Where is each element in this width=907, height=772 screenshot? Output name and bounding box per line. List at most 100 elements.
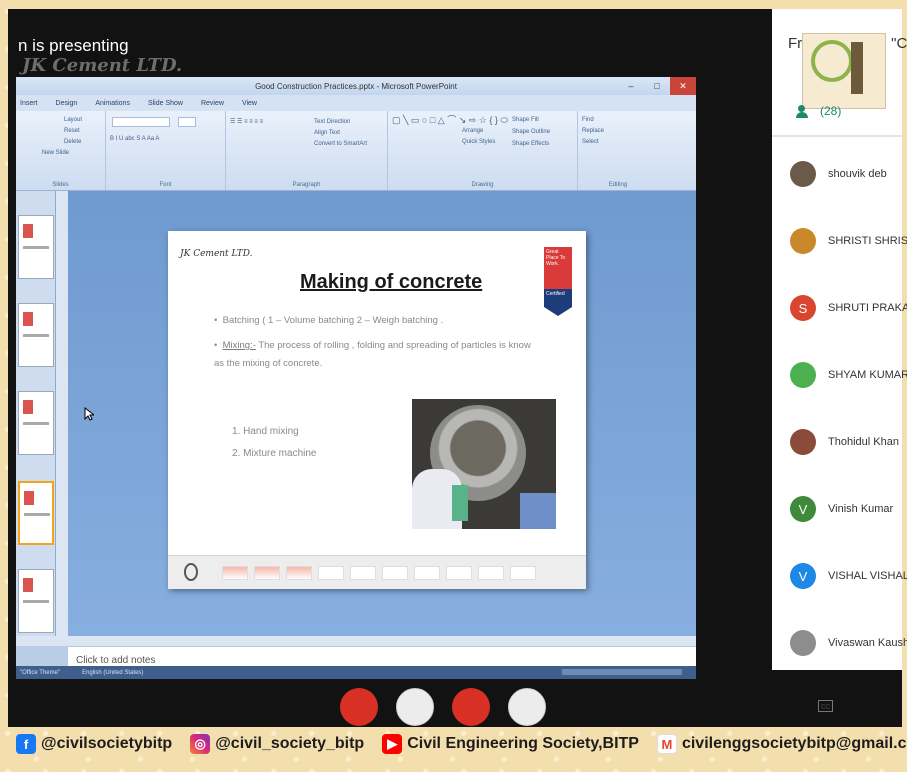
mouse-cursor-icon: [84, 407, 94, 421]
status-language[interactable]: English (United States): [82, 670, 143, 676]
hang-up-button[interactable]: [452, 688, 490, 726]
shape-fill-button[interactable]: Shape Fill: [512, 115, 539, 126]
avatar: [790, 630, 816, 656]
text-direction-button[interactable]: Text Direction: [314, 117, 383, 128]
slide-title: Making of concrete: [300, 271, 483, 293]
group-label-drawing: Drawing: [471, 182, 494, 188]
tab-design[interactable]: Design: [56, 100, 78, 107]
facebook-handle[interactable]: f @civilsocietybitp: [16, 734, 172, 754]
window-controls: – □ ✕: [618, 77, 696, 95]
people-icon: [796, 105, 814, 118]
select-button[interactable]: Select: [582, 137, 654, 148]
ribbon-group-paragraph: ☰ ☰ ≡ ≡ ≡ ≡ Text Direction Align Text Co…: [226, 111, 388, 190]
ribbon-group-drawing: ▢ ╲ ▭ ○ □ △ ⌒ ↘ ⇨ ☆ { } ⬭ Arrange Quick …: [388, 111, 578, 190]
participant-row[interactable]: Vivaswan Kaush: [772, 623, 907, 663]
tab-slide-show[interactable]: Slide Show: [148, 100, 183, 107]
gptw-badge: Great Place To Work. Certified: [544, 247, 572, 317]
ppt-title-bar: Good Construction Practices.pptx - Micro…: [16, 77, 696, 95]
zoom-slider[interactable]: [562, 669, 682, 675]
more-options-button[interactable]: [508, 688, 546, 726]
instagram-handle[interactable]: ◎ @civil_society_bitp: [190, 734, 364, 754]
slide-thumbnail[interactable]: [18, 391, 54, 455]
gptw-badge-bottom: Certified: [544, 289, 572, 307]
camera-button[interactable]: [396, 688, 434, 726]
find-button[interactable]: Find: [582, 115, 654, 126]
close-button[interactable]: ✕: [670, 77, 696, 95]
shapes-gallery[interactable]: ▢ ╲ ▭ ○ □ △ ⌒ ↘ ⇨ ☆ { } ⬭: [392, 115, 573, 126]
align-text-button[interactable]: Align Text: [314, 128, 383, 139]
slide-canvas: JK Cement LTD. Making of concrete Great …: [68, 191, 696, 636]
new-slide-button[interactable]: New Slide: [42, 148, 101, 159]
ribbon-tabs: Insert Design Animations Slide Show Revi…: [16, 95, 696, 111]
pane-splitter-horizontal[interactable]: [16, 636, 696, 646]
slide-thumbnail-selected[interactable]: [18, 481, 54, 545]
participant-row[interactable]: shouvik deb: [772, 154, 902, 194]
font-name-dropdown[interactable]: [112, 117, 170, 127]
shape-effects-button[interactable]: Shape Effects: [512, 139, 549, 150]
ppt-window-title: Good Construction Practices.pptx - Micro…: [255, 81, 457, 91]
participant-name: SHRUTI PRAKASH: [828, 302, 907, 314]
brand-watermark: JK Cement LTD.: [22, 55, 183, 76]
tab-insert[interactable]: Insert: [20, 100, 38, 107]
youtube-icon: ▶: [382, 734, 403, 754]
ribbon: Layout Reset Delete New Slide Slides B I…: [16, 111, 696, 191]
group-label-editing: Editing: [608, 182, 628, 188]
list-item: 1. Hand mixing: [232, 426, 299, 437]
participant-row[interactable]: SHYAM KUMAR: [772, 355, 907, 395]
shape-outline-button[interactable]: Shape Outline: [512, 127, 550, 138]
participant-name: SHRISTI SHRISTI: [828, 235, 907, 247]
reset-button[interactable]: Reset: [64, 126, 101, 137]
ribbon-group-slides: Layout Reset Delete New Slide Slides: [16, 111, 106, 190]
concrete-mixer-photo: [412, 399, 556, 529]
participant-row[interactable]: V VISHAL VISHAL: [772, 556, 907, 596]
tab-animations[interactable]: Animations: [95, 100, 130, 107]
replace-button[interactable]: Replace: [582, 126, 654, 137]
participant-name: VISHAL VISHAL: [828, 570, 907, 582]
avatar: [790, 429, 816, 455]
group-label-paragraph: Paragraph: [292, 182, 321, 188]
avatar: [790, 228, 816, 254]
facebook-icon: f: [16, 734, 36, 754]
font-size-dropdown[interactable]: [178, 117, 197, 127]
people-tab[interactable]: (28): [796, 104, 841, 118]
layout-button[interactable]: Layout: [64, 115, 101, 126]
slide-thumbnail[interactable]: [18, 215, 54, 279]
maximize-button[interactable]: □: [644, 77, 670, 95]
ppt-status-bar: "Office Theme" English (United States): [16, 666, 696, 679]
participant-count: (28): [820, 104, 842, 118]
instagram-icon: ◎: [190, 734, 211, 754]
shared-screen-powerpoint: Good Construction Practices.pptx - Micro…: [16, 77, 696, 679]
participant-name: Vivaswan Kaush: [828, 637, 907, 649]
participant-name: shouvik deb: [828, 168, 887, 180]
participant-name: SHYAM KUMAR: [828, 369, 907, 381]
ppt-workarea: JK Cement LTD. Making of concrete Great …: [16, 191, 696, 679]
group-label-font: Font: [159, 182, 172, 188]
mixing-label: Mixing:-: [222, 340, 256, 351]
avatar: S: [790, 295, 816, 321]
slide-thumbnail[interactable]: [18, 569, 54, 633]
youtube-channel[interactable]: ▶ Civil Engineering Society,BITP: [382, 734, 639, 754]
mixing-text: The process of rolling , folding and spr…: [214, 340, 531, 369]
minimize-button[interactable]: –: [618, 77, 644, 95]
list-item: 2. Mixture machine: [232, 448, 317, 459]
slide-thumbnails: [16, 191, 56, 636]
participant-row[interactable]: V Vinish Kumar: [772, 489, 902, 529]
font-format-buttons[interactable]: B I U abc S A Aa A: [110, 134, 221, 145]
participant-row[interactable]: SHRISTI SHRISTI: [772, 221, 907, 261]
participant-name: Thohidul Khan: [828, 436, 899, 448]
delete-button[interactable]: Delete: [64, 137, 101, 148]
slide-thumbnail[interactable]: [18, 303, 54, 367]
slide-bullet-batching: • Batching ( 1 – Volume batching 2 – Wei…: [214, 315, 444, 326]
avatar: V: [790, 496, 816, 522]
pane-splitter-vertical[interactable]: [56, 191, 68, 636]
participant-row[interactable]: S SHRUTI PRAKASH: [772, 288, 907, 328]
gmail-address[interactable]: M civilenggsocietybitp@gmail.com: [656, 734, 907, 754]
captions-button[interactable]: cc: [818, 700, 833, 712]
current-slide[interactable]: JK Cement LTD. Making of concrete Great …: [168, 231, 586, 589]
participant-row[interactable]: Thohidul Khan: [772, 422, 902, 462]
tab-view[interactable]: View: [242, 100, 257, 107]
mic-off-button[interactable]: [340, 688, 378, 726]
tab-review[interactable]: Review: [201, 100, 224, 107]
convert-smartart-button[interactable]: Convert to SmartArt: [314, 139, 383, 150]
meeting-stage: n is presenting JK Cement LTD. Good Cons…: [8, 9, 902, 727]
